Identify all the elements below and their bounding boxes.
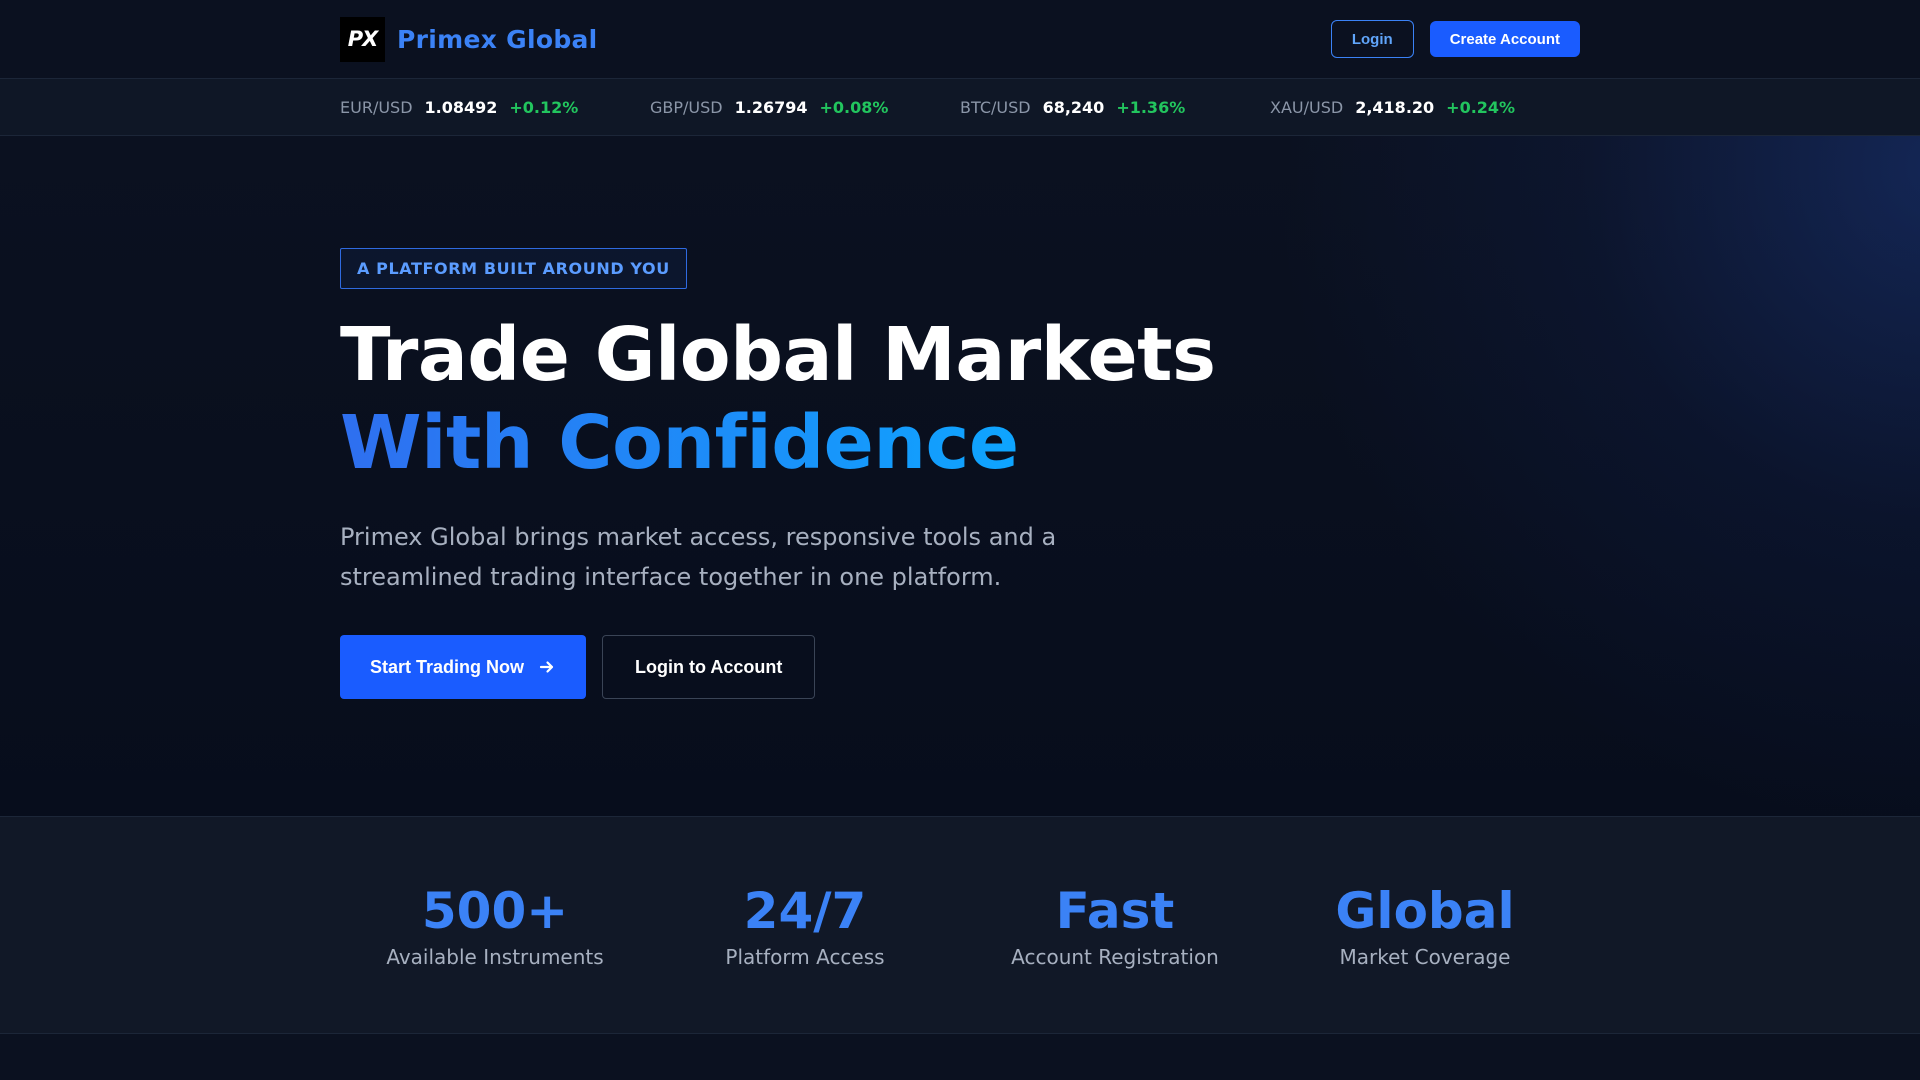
ticker-item: XAU/USD 2,418.20 +0.24% [1270,98,1580,117]
header-actions: Login Create Account [1330,20,1580,58]
arrow-right-icon [539,661,554,673]
brand-name: Primex Global [397,24,598,54]
ticker-symbol: GBP/USD [650,97,723,117]
hero-description: Primex Global brings market access, resp… [340,523,1057,591]
start-trading-button[interactable]: Start Trading Now [340,635,587,699]
logo-icon: PX [340,16,385,62]
stat-item: 500+ Available Instruments [340,881,650,969]
login-button[interactable]: Login [1330,20,1414,58]
ticker-change: +1.36% [1116,97,1186,117]
stat-item: 24/7 Platform Access [650,881,960,969]
stat-item: Global Market Coverage [1270,881,1580,969]
login-to-account-button[interactable]: Login to Account [602,635,816,699]
price-ticker: EUR/USD 1.08492 +0.12% GBP/USD 1.26794 +… [0,79,1920,136]
ticker-symbol: EUR/USD [340,97,413,117]
ticker-change: +0.08% [819,97,889,117]
ticker-symbol: BTC/USD [960,97,1031,117]
headline-line-1: Trade Global Markets [340,312,1216,398]
ticker-price: 68,240 [1042,97,1105,117]
stat-item: Fast Account Registration [960,881,1270,969]
ticker-price: 2,418.20 [1355,97,1435,117]
brand[interactable]: PX Primex Global [340,16,598,62]
hero-actions: Start Trading Now Login to Account [340,635,1580,699]
ticker-symbol: XAU/USD [1270,97,1344,117]
stat-label: Market Coverage [1339,945,1511,969]
ticker-change: +0.12% [509,97,579,117]
hero-section: A PLATFORM BUILT AROUND YOU Trade Global… [0,136,1920,816]
ticker-item: BTC/USD 68,240 +1.36% [960,98,1270,117]
stat-label: Platform Access [725,945,885,969]
hero-badge: A PLATFORM BUILT AROUND YOU [340,248,687,289]
hero-headline: Trade Global Markets With Confidence [340,311,1580,487]
stat-value: 500+ [421,882,569,940]
start-trading-label: Start Trading Now [370,656,525,677]
ticker-item: EUR/USD 1.08492 +0.12% [340,98,650,117]
stat-value: 24/7 [743,882,867,940]
ticker-change: +0.24% [1446,97,1516,117]
stat-value: Global [1335,882,1515,940]
ticker-price: 1.08492 [424,97,498,117]
stat-label: Account Registration [1011,945,1219,969]
ticker-item: GBP/USD 1.26794 +0.08% [650,98,960,117]
stats-section: 500+ Available Instruments 24/7 Platform… [0,816,1920,1034]
ticker-price: 1.26794 [734,97,808,117]
stat-label: Available Instruments [386,945,604,969]
page-footer-edge [0,1034,1920,1080]
headline-line-2: With Confidence [340,400,1019,486]
create-account-button[interactable]: Create Account [1429,21,1580,57]
stat-value: Fast [1055,882,1175,940]
site-header: PX Primex Global Login Create Account [0,0,1920,79]
